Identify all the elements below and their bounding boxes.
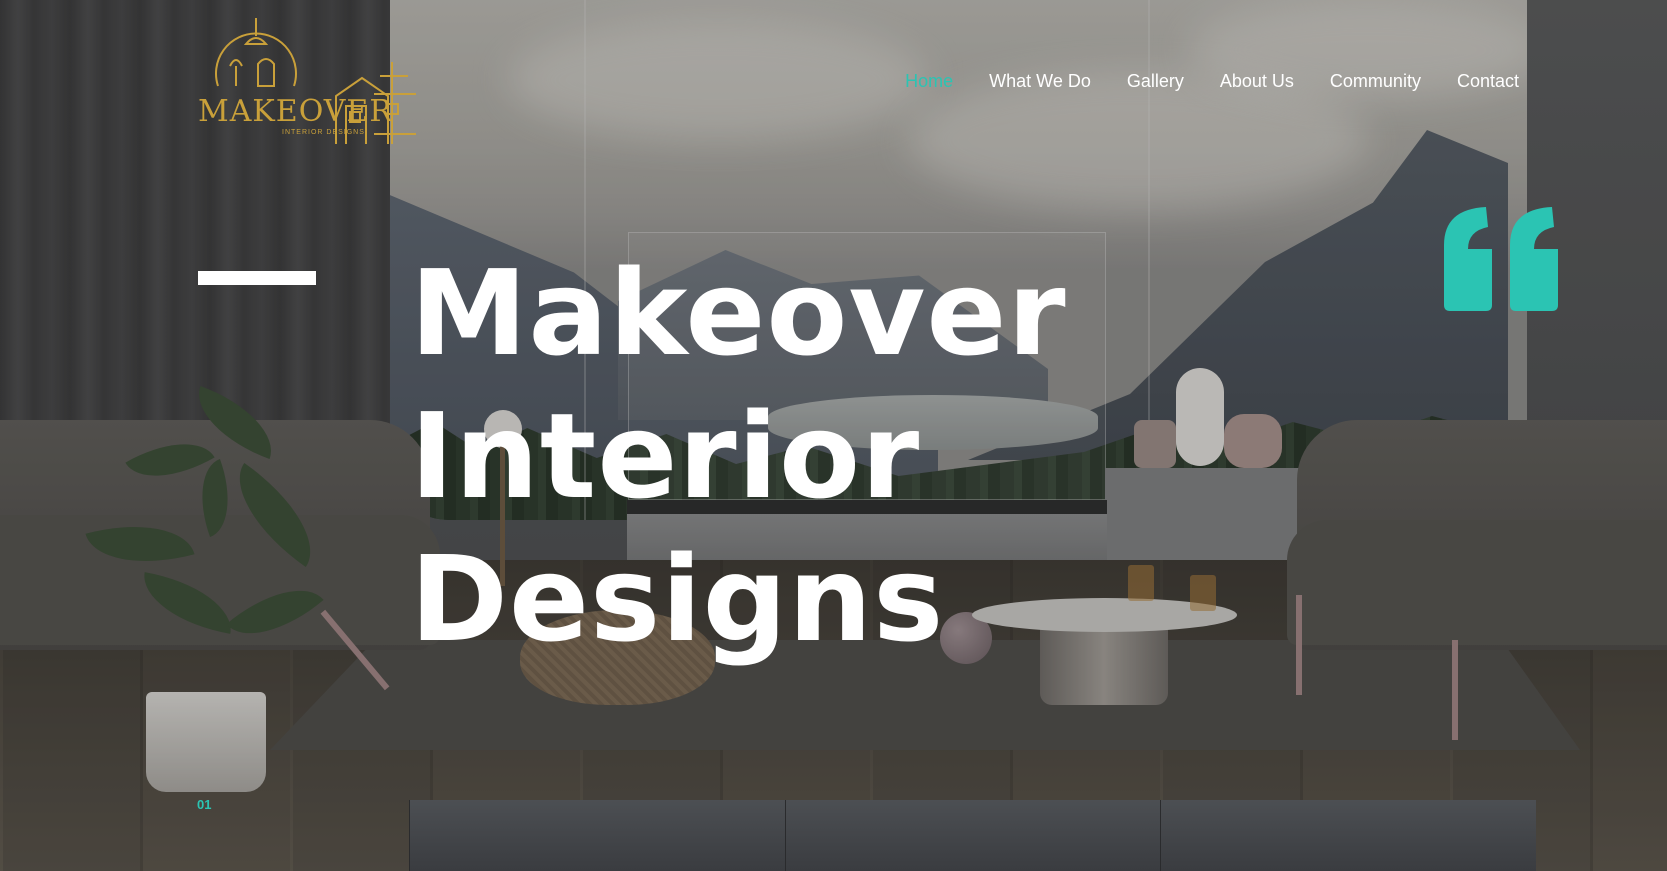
slider-thumbnails bbox=[409, 800, 1537, 871]
slide-thumbnail[interactable] bbox=[784, 800, 1161, 871]
slide-number: 01 bbox=[197, 797, 212, 812]
logo-tagline: INTERIOR DESIGNS bbox=[282, 129, 365, 136]
hero-title-line: Interior bbox=[410, 387, 921, 525]
quote-mark-icon bbox=[1444, 207, 1558, 311]
hero-title: Makeover Interior Designs bbox=[410, 242, 1067, 671]
nav-about-us[interactable]: About Us bbox=[1220, 71, 1294, 92]
main-navigation: Home What We Do Gallery About Us Communi… bbox=[905, 71, 1519, 92]
site-logo[interactable]: MAKEOVER INTERIOR DESIGNS bbox=[196, 16, 424, 150]
hero-title-line: Designs bbox=[410, 530, 945, 668]
nav-community[interactable]: Community bbox=[1330, 71, 1421, 92]
hero-title-line: Makeover bbox=[410, 244, 1067, 382]
nav-what-we-do[interactable]: What We Do bbox=[989, 71, 1091, 92]
nav-gallery[interactable]: Gallery bbox=[1127, 71, 1184, 92]
slide-thumbnail[interactable] bbox=[1160, 800, 1537, 871]
logo-wordmark: MAKEOVER bbox=[198, 94, 393, 129]
nav-contact[interactable]: Contact bbox=[1457, 71, 1519, 92]
slide-thumbnail[interactable] bbox=[409, 800, 785, 871]
nav-home[interactable]: Home bbox=[905, 71, 953, 92]
hero-accent-bar bbox=[198, 271, 316, 285]
